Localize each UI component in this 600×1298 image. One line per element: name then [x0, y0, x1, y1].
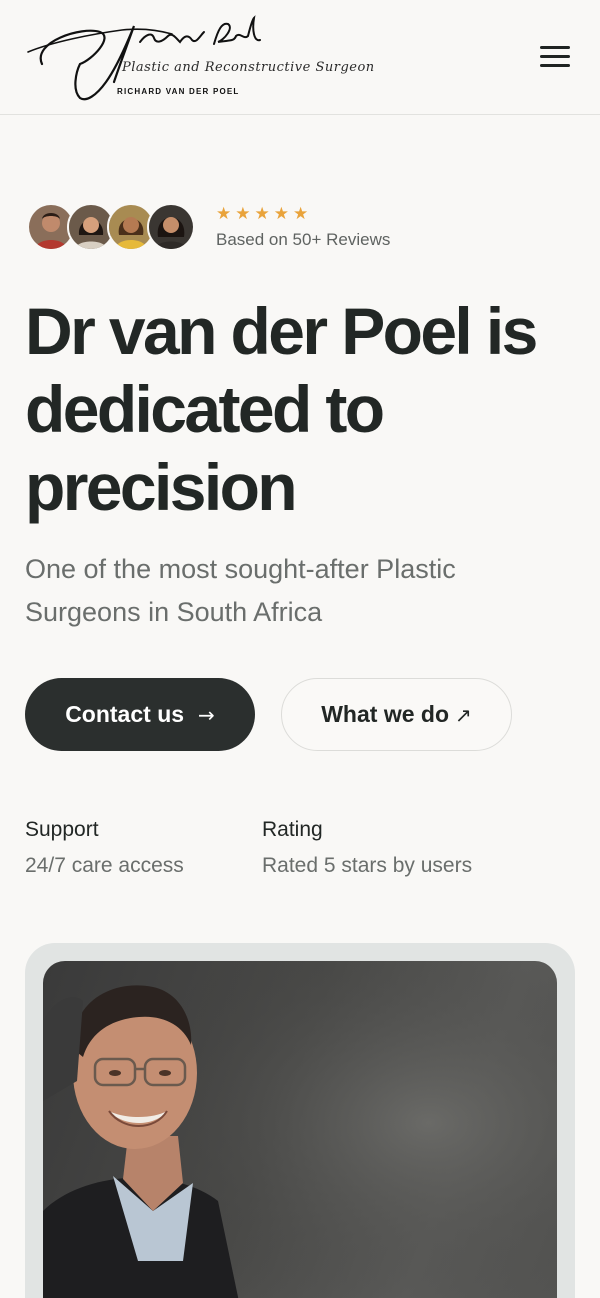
doctor-photo	[43, 961, 557, 1298]
logo[interactable]: Plastic and Reconstructive Surgeon RICHA…	[22, 12, 374, 104]
stat-support: Support 24/7 care access	[25, 816, 184, 880]
what-we-do-button[interactable]: What we do ↗	[281, 678, 512, 751]
stat-label: Rating	[262, 818, 323, 841]
hero-title: Dr van der Poel is dedicated to precisio…	[25, 294, 538, 524]
reviewer-avatars	[27, 203, 197, 253]
contact-us-button[interactable]: Contact us →	[25, 678, 255, 751]
star-rating-icon: ★★★★★	[216, 204, 313, 224]
hero-subtitle: One of the most sought-after Plastic Sur…	[25, 554, 456, 627]
what-we-do-label: What we do	[321, 701, 449, 727]
site-header: Plastic and Reconstructive Surgeon RICHA…	[0, 0, 600, 115]
reviews-count: Based on 50+ Reviews	[216, 230, 391, 249]
reviewer-avatar-4	[147, 203, 195, 251]
review-rating: ★★★★★ Based on 50+ Reviews	[216, 204, 390, 250]
arrow-up-right-icon: ↗	[455, 702, 472, 727]
stat-value: Rated 5 stars by users	[262, 854, 473, 877]
stat-label: Support	[25, 818, 99, 841]
hamburger-menu-icon[interactable]	[538, 44, 572, 70]
stat-value: 24/7 care access	[25, 854, 184, 877]
stat-rating: Rating Rated 5 stars by users	[262, 816, 472, 880]
logo-subtitle: Plastic and Reconstructive Surgeon	[122, 60, 375, 75]
doctor-photo-card	[25, 943, 575, 1298]
contact-us-label: Contact us	[65, 701, 185, 727]
logo-name: RICHARD VAN DER POEL	[117, 87, 240, 96]
arrow-right-icon: →	[198, 702, 215, 727]
